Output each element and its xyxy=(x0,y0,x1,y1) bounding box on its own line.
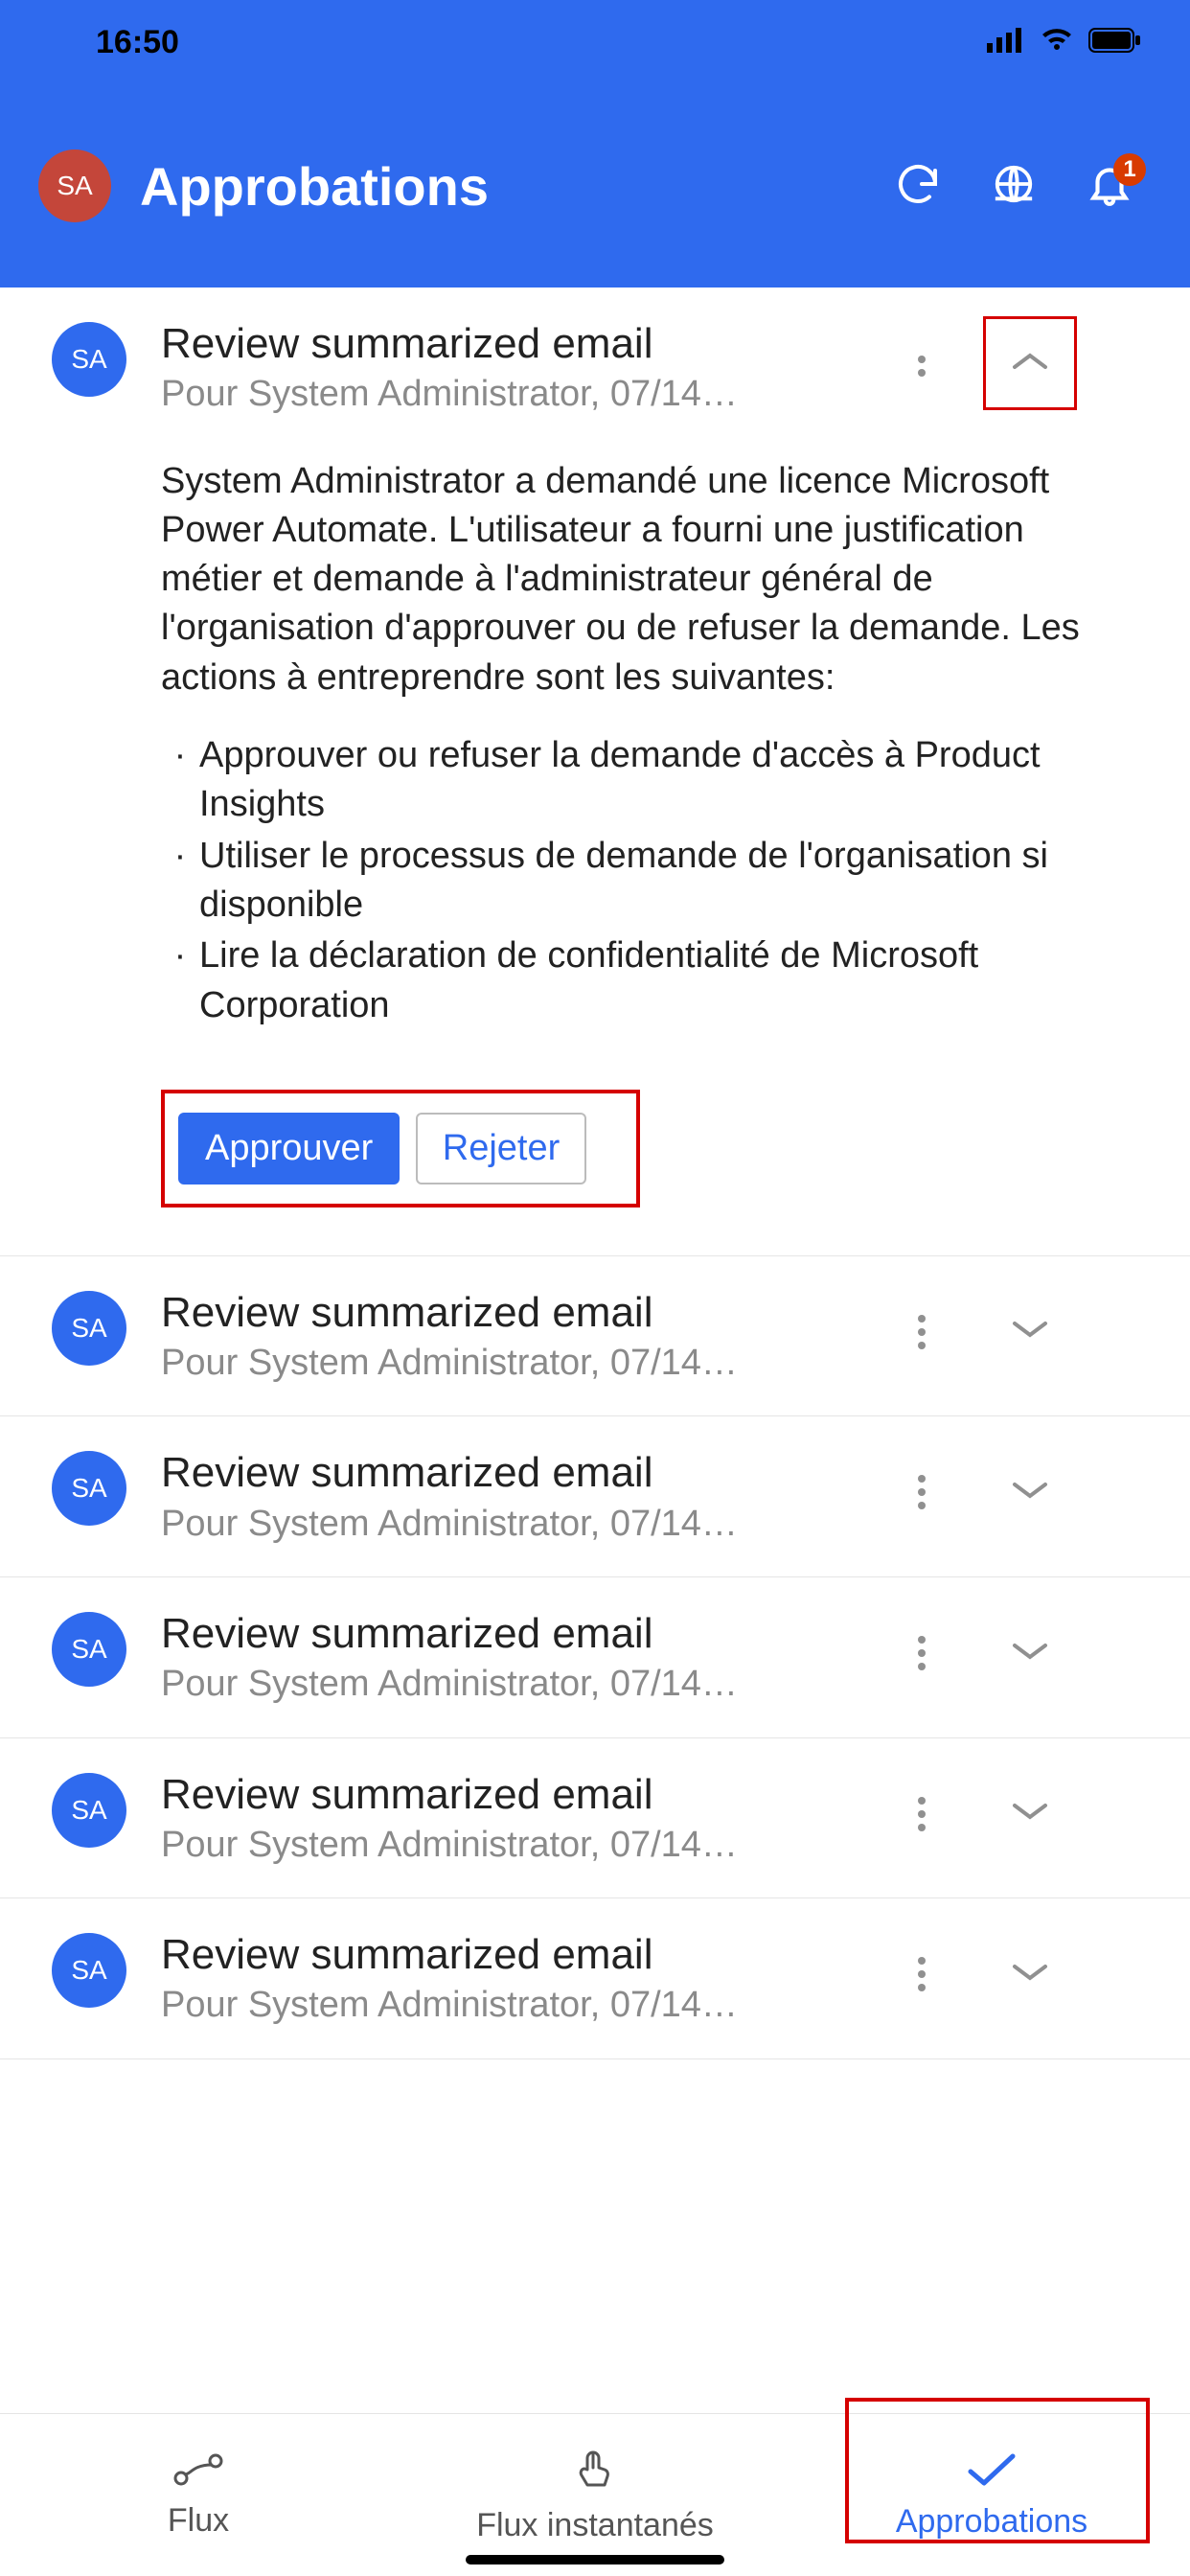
more-options-button[interactable] xyxy=(908,1305,935,1359)
chevron-down-icon xyxy=(1011,1318,1049,1346)
approval-subtitle: Pour System Administrator, 07/14… xyxy=(161,1661,908,1708)
approval-card[interactable]: SA Review summarized email Pour System A… xyxy=(0,1416,1190,1577)
bullet-item: Lire la déclaration de confidentialité d… xyxy=(199,932,1100,1030)
status-bar: 16:50 xyxy=(0,0,1190,84)
approval-title: Review summarized email xyxy=(161,316,908,371)
tab-instant-flows[interactable]: Flux instantanés xyxy=(397,2414,793,2576)
more-options-button[interactable] xyxy=(908,1626,935,1680)
approval-title: Review summarized email xyxy=(161,1445,908,1500)
reject-button[interactable]: Rejeter xyxy=(416,1113,587,1184)
expand-button[interactable] xyxy=(983,1927,1077,2021)
approvals-tab-highlight xyxy=(845,2398,1150,2543)
chevron-down-icon xyxy=(1011,1640,1049,1668)
approval-card[interactable]: SA Review summarized email Pour System A… xyxy=(0,288,1190,1256)
approval-subtitle: Pour System Administrator, 07/14… xyxy=(161,1340,908,1387)
tab-label: Flux instantanés xyxy=(476,2507,714,2544)
approval-card[interactable]: SA Review summarized email Pour System A… xyxy=(0,1738,1190,1899)
globe-icon xyxy=(992,162,1036,211)
home-indicator[interactable] xyxy=(466,2555,724,2564)
approval-avatar: SA xyxy=(52,1773,126,1848)
battery-icon xyxy=(1088,28,1142,58)
tab-label: Flux xyxy=(168,2502,229,2540)
user-avatar-button[interactable]: SA xyxy=(38,150,111,222)
environments-button[interactable] xyxy=(991,163,1037,209)
status-time: 16:50 xyxy=(96,24,179,61)
status-icons xyxy=(987,27,1142,58)
approval-bullets: ·Approuver ou refuser la demande d'accès… xyxy=(161,731,1100,1030)
approval-avatar: SA xyxy=(52,1291,126,1366)
collapse-button[interactable] xyxy=(983,316,1077,410)
more-options-button[interactable] xyxy=(908,1947,935,2001)
approval-avatar: SA xyxy=(52,1933,126,2008)
chevron-up-icon xyxy=(1011,350,1049,378)
approve-button[interactable]: Approuver xyxy=(178,1113,400,1184)
notifications-button[interactable]: 1 xyxy=(1087,163,1133,209)
approval-subtitle: Pour System Administrator, 07/14… xyxy=(161,1982,908,2029)
approval-card[interactable]: SA Review summarized email Pour System A… xyxy=(0,1898,1190,2059)
bullet-item: Utiliser le processus de demande de l'or… xyxy=(199,832,1100,931)
expand-button[interactable] xyxy=(983,1767,1077,1861)
approval-subtitle: Pour System Administrator, 07/14… xyxy=(161,371,908,418)
approval-title: Review summarized email xyxy=(161,1606,908,1661)
bullet-item: Approuver ou refuser la demande d'accès … xyxy=(199,731,1100,830)
expand-button[interactable] xyxy=(983,1285,1077,1379)
approval-actions-highlight: Approuver Rejeter xyxy=(161,1090,640,1208)
app-header: SA Approbations 1 xyxy=(0,84,1190,288)
approval-avatar: SA xyxy=(52,1612,126,1687)
chevron-down-icon xyxy=(1011,1479,1049,1506)
header-actions: 1 xyxy=(895,163,1133,209)
chevron-down-icon xyxy=(1011,1961,1049,1989)
flows-icon xyxy=(172,2451,225,2496)
refresh-button[interactable] xyxy=(895,163,941,209)
cellular-icon xyxy=(987,28,1025,58)
chevron-down-icon xyxy=(1011,1800,1049,1828)
expand-button[interactable] xyxy=(983,1606,1077,1700)
page-title: Approbations xyxy=(140,155,895,218)
approval-title: Review summarized email xyxy=(161,1285,908,1340)
tab-flows[interactable]: Flux xyxy=(0,2414,397,2576)
approval-card[interactable]: SA Review summarized email Pour System A… xyxy=(0,1577,1190,1738)
tap-icon xyxy=(574,2447,616,2501)
approval-subtitle: Pour System Administrator, 07/14… xyxy=(161,1822,908,1869)
more-options-button[interactable] xyxy=(908,1465,935,1519)
more-options-button[interactable] xyxy=(908,340,935,386)
approval-title: Review summarized email xyxy=(161,1767,908,1822)
approval-avatar: SA xyxy=(52,1451,126,1526)
notification-badge: 1 xyxy=(1113,153,1146,186)
approval-description: System Administrator a demandé une licen… xyxy=(161,457,1100,702)
approvals-list: SA Review summarized email Pour System A… xyxy=(0,288,1190,2413)
approval-subtitle: Pour System Administrator, 07/14… xyxy=(161,1501,908,1548)
more-options-button[interactable] xyxy=(908,1787,935,1841)
approval-avatar: SA xyxy=(52,322,126,397)
refresh-icon xyxy=(895,161,941,212)
approval-card[interactable]: SA Review summarized email Pour System A… xyxy=(0,1256,1190,1417)
approval-title: Review summarized email xyxy=(161,1927,908,1982)
expand-button[interactable] xyxy=(983,1445,1077,1539)
wifi-icon xyxy=(1039,27,1075,58)
